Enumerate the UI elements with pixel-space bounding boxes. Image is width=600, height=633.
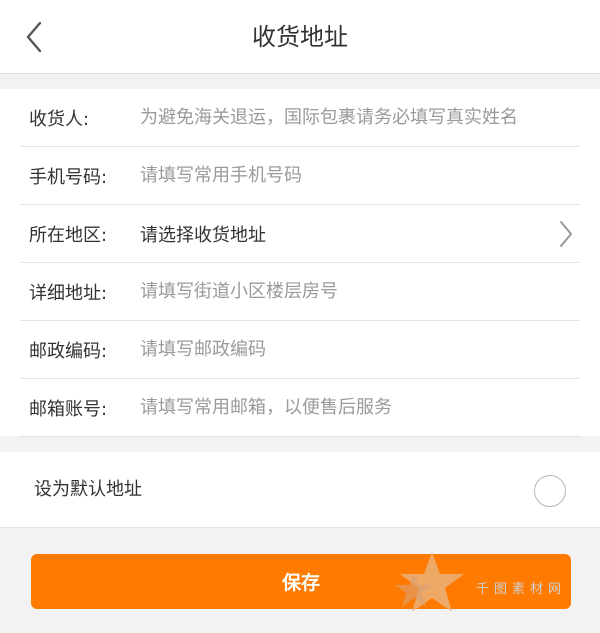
phone-input[interactable] bbox=[140, 155, 580, 196]
default-address-radio[interactable] bbox=[534, 475, 566, 507]
email-label: 邮箱账号: bbox=[29, 398, 108, 420]
postcode-row: 邮政编码: bbox=[20, 321, 580, 379]
recipient-row: 收货人: bbox=[20, 89, 580, 147]
recipient-input[interactable] bbox=[140, 97, 580, 138]
phone-label: 手机号码: bbox=[29, 166, 108, 188]
region-row[interactable]: 所在地区: 请选择收货地址 bbox=[20, 205, 580, 263]
address-form: 收货人: 手机号码: 所在地区: 请选择收货地址 详细地址: 邮政编码: 邮箱账… bbox=[0, 89, 600, 437]
save-button[interactable]: 保存 bbox=[31, 554, 571, 609]
chevron-right-icon[interactable] bbox=[554, 219, 578, 249]
recipient-label: 收货人: bbox=[29, 108, 90, 130]
detail-address-label: 详细地址: bbox=[29, 282, 108, 304]
email-input[interactable] bbox=[140, 387, 580, 428]
detail-address-row: 详细地址: bbox=[20, 263, 580, 321]
detail-address-input[interactable] bbox=[140, 271, 580, 312]
postcode-input[interactable] bbox=[140, 329, 580, 370]
phone-row: 手机号码: bbox=[20, 147, 580, 205]
page-title: 收货地址 bbox=[252, 23, 348, 51]
postcode-label: 邮政编码: bbox=[29, 340, 108, 362]
email-row: 邮箱账号: bbox=[20, 379, 580, 437]
header-bar: 收货地址 bbox=[0, 0, 600, 74]
region-label: 所在地区: bbox=[29, 224, 108, 246]
default-address-row[interactable]: 设为默认地址 bbox=[0, 452, 600, 528]
default-address-label: 设为默认地址 bbox=[34, 479, 142, 500]
region-select[interactable]: 请选择收货地址 bbox=[140, 221, 580, 247]
